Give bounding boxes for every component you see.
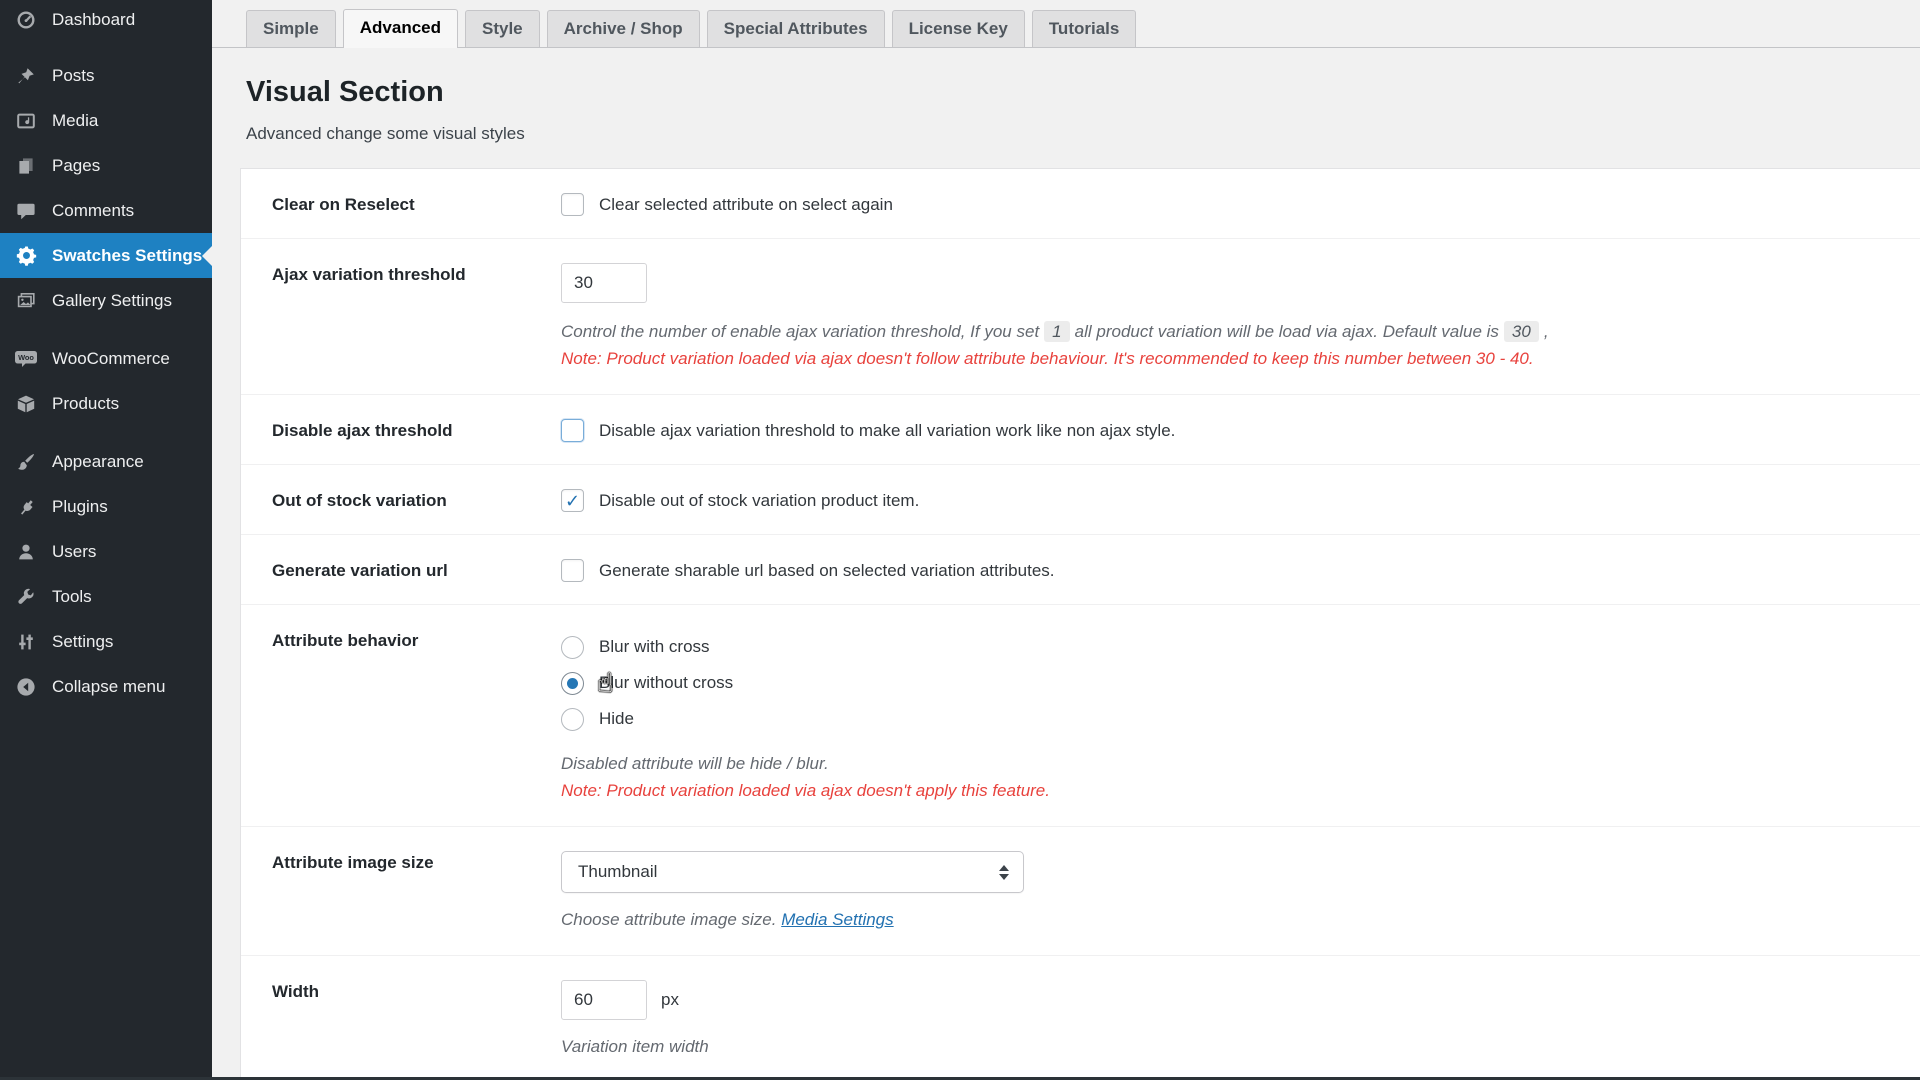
sidebar-item-users[interactable]: Users (0, 529, 212, 574)
ajax-threshold-note: Note: Product variation loaded via ajax … (561, 345, 1920, 372)
radio-selected-icon[interactable] (561, 672, 584, 695)
field-label: Disable ajax threshold (241, 419, 561, 442)
attribute-image-size-select[interactable]: Thumbnail (561, 851, 1024, 893)
collapse-arrow-icon (13, 677, 39, 697)
tab-tutorials[interactable]: Tutorials (1032, 10, 1137, 47)
comment-icon (13, 201, 39, 221)
field-label: Ajax variation threshold (241, 263, 561, 372)
dashboard-icon (13, 10, 39, 30)
plug-icon (13, 497, 39, 517)
field-label: Out of stock variation (241, 489, 561, 512)
sidebar-item-swatches-settings[interactable]: Swatches Settings (0, 233, 212, 278)
row-disable-ajax-threshold: Disable ajax threshold Disable ajax vari… (241, 395, 1920, 465)
generate-url-checkbox[interactable]: Generate sharable url based on selected … (561, 559, 1920, 582)
clear-on-reselect-checkbox[interactable]: Clear selected attribute on select again (561, 193, 1920, 216)
gear-icon (13, 245, 39, 266)
row-out-of-stock-variation: Out of stock variation Disable out of st… (241, 465, 1920, 535)
media-settings-link[interactable]: Media Settings (781, 910, 893, 929)
checkbox-checked-icon[interactable] (561, 489, 584, 512)
paintbrush-icon (13, 452, 39, 472)
width-description: Variation item width (561, 1034, 1920, 1060)
sidebar-item-appearance[interactable]: Appearance (0, 439, 212, 484)
tab-archive-shop[interactable]: Archive / Shop (547, 10, 700, 47)
tab-advanced[interactable]: Advanced (343, 9, 458, 48)
checkbox-label: Generate sharable url based on selected … (599, 561, 1055, 581)
row-attribute-behavior: Attribute behavior Blur with cross Blur … (241, 605, 1920, 827)
field-label: Width (241, 980, 561, 1060)
field-label: Generate variation url (241, 559, 561, 582)
settings-card: Clear on Reselect Clear selected attribu… (240, 168, 1920, 1080)
checkbox-icon[interactable] (561, 419, 584, 442)
tab-style[interactable]: Style (465, 10, 540, 47)
box-icon (13, 394, 39, 414)
checkbox-label: Disable ajax variation threshold to make… (599, 421, 1175, 441)
media-icon (13, 111, 39, 131)
width-unit: px (661, 990, 679, 1009)
page-title: Visual Section (246, 76, 1920, 109)
svg-text:Woo: Woo (18, 353, 34, 362)
radio-label: Blur without cross (599, 673, 733, 693)
code-chip: 30 (1504, 321, 1539, 342)
field-label: Clear on Reselect (241, 193, 561, 216)
radio-blur-with-cross[interactable]: Blur with cross (561, 629, 1920, 665)
ajax-threshold-input[interactable] (561, 263, 647, 303)
tab-special-attributes[interactable]: Special Attributes (707, 10, 885, 47)
sidebar-item-settings[interactable]: Settings (0, 619, 212, 664)
user-icon (13, 542, 39, 562)
sliders-icon (13, 632, 39, 652)
sidebar-item-media[interactable]: Media (0, 98, 212, 143)
sidebar-item-dashboard[interactable]: Dashboard (0, 0, 212, 40)
main-content: Simple Advanced Style Archive / Shop Spe… (212, 0, 1920, 1080)
pushpin-icon (13, 66, 39, 86)
sidebar-item-pages[interactable]: Pages (0, 143, 212, 188)
ajax-threshold-description: Control the number of enable ajax variat… (561, 319, 1920, 345)
radio-hide[interactable]: Hide (561, 701, 1920, 737)
radio-icon[interactable] (561, 636, 584, 659)
sidebar-item-collapse-menu[interactable]: Collapse menu (0, 664, 212, 709)
tab-license-key[interactable]: License Key (892, 10, 1025, 47)
admin-sidebar: Dashboard Posts Media Pages Comments Swa (0, 0, 212, 1080)
settings-tabbar: Simple Advanced Style Archive / Shop Spe… (212, 0, 1920, 48)
radio-label: Blur with cross (599, 637, 710, 657)
radio-icon[interactable] (561, 708, 584, 731)
checkbox-icon[interactable] (561, 193, 584, 216)
field-label: Attribute image size (241, 851, 561, 933)
tab-simple[interactable]: Simple (246, 10, 336, 47)
radio-blur-without-cross[interactable]: Blur without cross (561, 665, 1920, 701)
width-input[interactable] (561, 980, 647, 1020)
field-label: Attribute behavior (241, 629, 561, 804)
sidebar-item-products[interactable]: Products (0, 381, 212, 426)
sidebar-item-plugins[interactable]: Plugins (0, 484, 212, 529)
row-attribute-image-size: Attribute image size Thumbnail Choose at… (241, 827, 1920, 956)
row-clear-on-reselect: Clear on Reselect Clear selected attribu… (241, 169, 1920, 239)
out-of-stock-checkbox[interactable]: Disable out of stock variation product i… (561, 489, 1920, 512)
gallery-icon (13, 291, 39, 311)
code-chip: 1 (1044, 321, 1069, 342)
checkbox-label: Disable out of stock variation product i… (599, 491, 919, 511)
woocommerce-icon: Woo (13, 349, 39, 369)
attribute-behavior-note: Note: Product variation loaded via ajax … (561, 777, 1920, 804)
page-subtitle: Advanced change some visual styles (246, 124, 1920, 144)
disable-ajax-checkbox[interactable]: Disable ajax variation threshold to make… (561, 419, 1920, 442)
sidebar-item-tools[interactable]: Tools (0, 574, 212, 619)
radio-label: Hide (599, 709, 634, 729)
row-ajax-variation-threshold: Ajax variation threshold Control the num… (241, 239, 1920, 395)
sidebar-item-gallery-settings[interactable]: Gallery Settings (0, 278, 212, 323)
select-value: Thumbnail (578, 862, 657, 882)
attribute-behavior-description: Disabled attribute will be hide / blur. (561, 751, 1920, 777)
checkbox-icon[interactable] (561, 559, 584, 582)
wrench-icon (13, 587, 39, 607)
attribute-image-size-description: Choose attribute image size. Media Setti… (561, 907, 1920, 933)
admin-menu: Dashboard Posts Media Pages Comments Swa (0, 0, 212, 709)
checkbox-label: Clear selected attribute on select again (599, 195, 893, 215)
row-generate-variation-url: Generate variation url Generate sharable… (241, 535, 1920, 605)
row-width: Width px Variation item width (241, 956, 1920, 1080)
sidebar-item-comments[interactable]: Comments (0, 188, 212, 233)
sidebar-item-posts[interactable]: Posts (0, 53, 212, 98)
sidebar-item-woocommerce[interactable]: Woo WooCommerce (0, 336, 212, 381)
pages-icon (13, 156, 39, 176)
select-arrows-icon (999, 865, 1009, 880)
